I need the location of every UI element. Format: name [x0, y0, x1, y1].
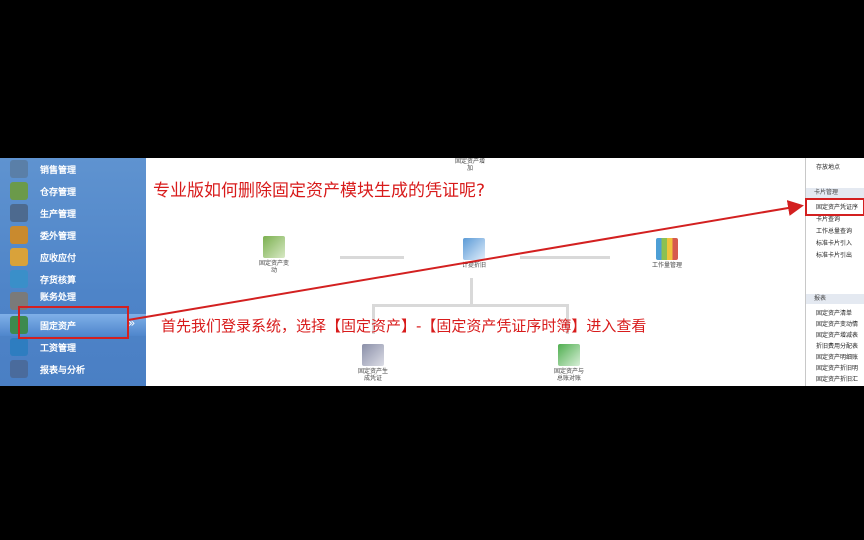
- chart-icon: [463, 238, 485, 260]
- highlight-fixed-assets: [18, 306, 129, 339]
- sidebar-item-label: 存货核算: [40, 275, 77, 286]
- panel-item[interactable]: 标准卡片引出: [816, 250, 852, 259]
- sidebar-item-label: 工资管理: [40, 343, 77, 354]
- node-generate-voucher[interactable]: 固定资产生 成凭证: [348, 344, 398, 382]
- sidebar-item-outsourcing[interactable]: 委外管理: [0, 224, 146, 246]
- node-label: 计提折旧: [461, 262, 486, 269]
- flow-connector: [470, 278, 473, 306]
- panel-item[interactable]: 折旧费用分配表: [816, 341, 858, 350]
- panel-item[interactable]: 固定资产折旧汇: [816, 374, 858, 383]
- bar-chart-icon: [656, 238, 678, 260]
- warehouse-icon: [10, 182, 28, 200]
- sidebar-item-label: 销售管理: [40, 165, 77, 176]
- panel-section-reports: 报表: [806, 294, 864, 304]
- flow-arrow: [340, 256, 404, 259]
- coins-icon: [10, 248, 28, 266]
- flow-arrow: [520, 256, 610, 259]
- app-screen: 销售管理 仓存管理 生产管理 委外管理 应收应付 存货核算 账务处理 固定资产: [0, 158, 864, 386]
- panel-item[interactable]: 固定资产明细账: [816, 352, 858, 361]
- panel-item-location[interactable]: 存放地点: [816, 162, 840, 171]
- sidebar-item-label: 生产管理: [40, 209, 77, 220]
- sidebar-item-receivables[interactable]: 应收应付: [0, 246, 146, 268]
- sidebar-item-stock-costing[interactable]: 存货核算: [0, 268, 146, 290]
- sidebar-item-reports[interactable]: 报表与分析: [0, 358, 146, 380]
- sidebar-item-label: 报表与分析: [40, 365, 86, 376]
- sidebar-item-label: 账务处理: [40, 293, 77, 303]
- highlight-voucher-journal: [805, 198, 864, 216]
- asset-change-icon: [263, 236, 285, 258]
- chevron-double-right-icon[interactable]: »: [128, 316, 135, 330]
- payroll-icon: [10, 338, 28, 356]
- sidebar-item-production[interactable]: 生产管理: [0, 202, 146, 224]
- node-label: 固定资产变 动: [258, 260, 289, 274]
- panel-item[interactable]: 固定资产变动情: [816, 319, 858, 328]
- node-label: 固定资产与 总账对账: [553, 368, 584, 382]
- node-label: 固定资产增 加: [454, 158, 485, 172]
- reconcile-icon: [558, 344, 580, 366]
- sales-icon: [10, 160, 28, 178]
- right-task-panel: 存放地点 卡片管理 固定资产凭证序 卡片查询 工作总量查询 标准卡片引入 标准卡…: [805, 158, 864, 386]
- sidebar-item-label: 应收应付: [40, 253, 77, 264]
- node-depreciation[interactable]: 计提折旧: [450, 238, 498, 269]
- sidebar-item-sales[interactable]: 销售管理: [0, 158, 146, 180]
- panel-section-card: 卡片管理: [806, 188, 864, 198]
- voucher-icon: [362, 344, 384, 366]
- panel-item[interactable]: 固定资产增减表: [816, 330, 858, 339]
- node-ledger-reconcile[interactable]: 固定资产与 总账对账: [544, 344, 594, 382]
- production-icon: [10, 204, 28, 222]
- tutorial-title: 专业版如何删除固定资产模块生成的凭证呢?: [153, 181, 486, 201]
- sidebar-item-inventory[interactable]: 仓存管理: [0, 180, 146, 202]
- stock-icon: [10, 270, 28, 288]
- sidebar-item-label: 仓存管理: [40, 187, 77, 198]
- report-icon: [10, 360, 28, 378]
- node-label: 工作量管理: [651, 262, 682, 269]
- panel-item[interactable]: 标准卡片引入: [816, 238, 852, 247]
- node-asset-increase[interactable]: 固定资产增 加: [445, 158, 495, 172]
- node-asset-change[interactable]: 固定资产变 动: [248, 236, 300, 274]
- outsourcing-icon: [10, 226, 28, 244]
- panel-item[interactable]: 工作总量查询: [816, 226, 852, 235]
- sidebar-item-payroll[interactable]: 工资管理: [0, 336, 146, 358]
- panel-item[interactable]: 固定资产清单: [816, 308, 852, 317]
- flow-connector: [372, 304, 568, 307]
- panel-item[interactable]: 固定资产折旧明: [816, 363, 858, 372]
- module-sidebar: 销售管理 仓存管理 生产管理 委外管理 应收应付 存货核算 账务处理 固定资产: [0, 158, 146, 386]
- tutorial-instruction: 首先我们登录系统，选择【固定资产】-【固定资产凭证序时簿】进入查看: [161, 317, 647, 335]
- node-workload[interactable]: 工作量管理: [642, 238, 692, 269]
- node-label: 固定资产生 成凭证: [357, 368, 388, 382]
- sidebar-item-label: 委外管理: [40, 231, 77, 242]
